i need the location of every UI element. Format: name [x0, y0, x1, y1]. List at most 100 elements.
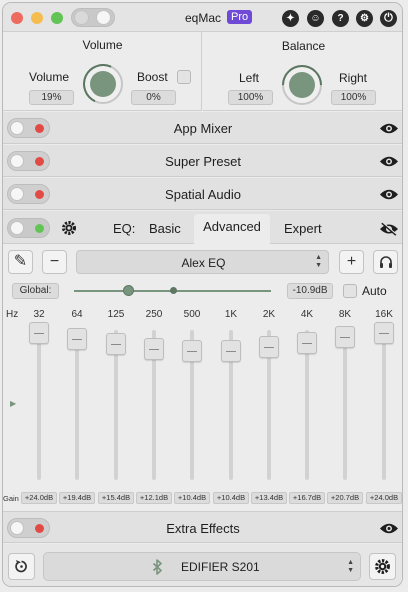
- band-slider-thumb[interactable]: [106, 333, 126, 355]
- title-bar: eqMac Pro ✦ ☺ ? ⚙ ⏻: [3, 3, 402, 32]
- super-preset-section[interactable]: Super Preset: [3, 145, 402, 177]
- balance-title: Balance: [281, 39, 326, 53]
- global-slider-thumb[interactable]: [123, 285, 134, 296]
- band-slider-track[interactable]: [75, 330, 79, 480]
- tab-basic[interactable]: Basic: [149, 221, 181, 236]
- volume-label: Volume: [29, 70, 70, 84]
- account-icon[interactable]: ☺: [307, 10, 324, 27]
- eqmac-window: eqMac Pro ✦ ☺ ? ⚙ ⏻ Volume Volume 19% Bo…: [2, 2, 403, 587]
- balance-panel: Balance Left 100% Right 100%: [203, 32, 402, 114]
- band-gain-value[interactable]: +12.1dB: [136, 492, 172, 504]
- power-toggle-knob: [96, 10, 111, 25]
- eye-icon[interactable]: [379, 522, 399, 535]
- band-gain-value[interactable]: +10.4dB: [213, 492, 249, 504]
- auto-checkbox[interactable]: [343, 284, 357, 298]
- boost-checkbox[interactable]: [177, 70, 191, 84]
- settings-icon[interactable]: ⚙: [356, 10, 373, 27]
- app-mixer-toggle[interactable]: [7, 118, 50, 138]
- band-frequency-label: 2K: [262, 309, 276, 320]
- volume-knob[interactable]: [77, 58, 129, 110]
- zoom-button[interactable]: [51, 12, 63, 24]
- balance-right-value[interactable]: 100%: [331, 90, 376, 105]
- output-device-select[interactable]: EDIFIER S201 ▲ ▼: [43, 552, 361, 581]
- chevron-updown-icon: ▲ ▼: [347, 559, 354, 574]
- output-device-name: EDIFIER S201: [181, 560, 260, 574]
- eye-slash-icon[interactable]: [379, 222, 399, 236]
- eq-toggle[interactable]: [7, 218, 50, 238]
- global-label: Global:: [12, 283, 59, 299]
- band-gain-value[interactable]: +20.7dB: [327, 492, 363, 504]
- remove-preset-button[interactable]: −: [42, 250, 67, 274]
- tab-advanced[interactable]: Advanced: [194, 214, 270, 244]
- eq-toggle-knob: [10, 221, 24, 235]
- band-slider-thumb[interactable]: [29, 322, 49, 344]
- band-slider-thumb[interactable]: [221, 340, 241, 362]
- spatial-audio-toggle[interactable]: [7, 184, 50, 204]
- band-frequency-label: 16K: [375, 309, 393, 320]
- band-slider-track[interactable]: [343, 330, 347, 480]
- band-gain-value[interactable]: +16.7dB: [289, 492, 325, 504]
- band-gain-value[interactable]: +10.4dB: [174, 492, 210, 504]
- bluetooth-icon: [152, 559, 162, 575]
- band-slider-thumb[interactable]: [182, 340, 202, 362]
- band-slider-track[interactable]: [37, 330, 41, 480]
- edit-preset-button[interactable]: ✎: [8, 250, 33, 274]
- preset-select[interactable]: Alex EQ ▲ ▼: [76, 250, 329, 274]
- boost-label: Boost: [137, 70, 168, 84]
- feedback-icon[interactable]: ✦: [282, 10, 299, 27]
- volume-panel: Volume Volume 19% Boost 0%: [3, 32, 202, 111]
- band-gain-value[interactable]: +13.4dB: [251, 492, 287, 504]
- playhead-marker-icon: ▶: [10, 399, 17, 408]
- super-preset-toggle[interactable]: [7, 151, 50, 171]
- balance-knob-inner: [289, 72, 315, 98]
- band-frequency-label: 64: [71, 309, 83, 320]
- eye-icon[interactable]: [379, 188, 399, 201]
- tab-expert[interactable]: Expert: [284, 221, 322, 236]
- eye-icon[interactable]: [379, 122, 399, 135]
- balance-left-value[interactable]: 100%: [228, 90, 273, 105]
- global-value[interactable]: -10.9dB: [287, 283, 333, 299]
- output-settings-button[interactable]: [369, 553, 396, 580]
- band-frequency-label: 500: [183, 309, 201, 320]
- preset-name: Alex EQ: [181, 256, 226, 270]
- close-button[interactable]: [11, 12, 23, 24]
- headphones-button[interactable]: [373, 250, 398, 274]
- app-mixer-section[interactable]: App Mixer: [3, 112, 402, 144]
- boost-value[interactable]: 0%: [131, 90, 176, 105]
- band-slider-thumb[interactable]: [374, 322, 394, 344]
- refresh-icon: [15, 560, 27, 573]
- band-slider-thumb[interactable]: [297, 332, 317, 354]
- band-slider-thumb[interactable]: [335, 326, 355, 348]
- power-toggle[interactable]: [71, 8, 115, 27]
- spatial-audio-toggle-dot: [35, 190, 44, 199]
- band-slider-thumb[interactable]: [259, 336, 279, 358]
- reset-button[interactable]: [8, 553, 35, 580]
- add-preset-button[interactable]: +: [339, 250, 364, 274]
- gain-label: Gain: [3, 494, 19, 503]
- minimize-button[interactable]: [31, 12, 43, 24]
- band-slider-track[interactable]: [382, 330, 386, 480]
- pencil-icon: ✎: [13, 253, 28, 270]
- band-gain-value[interactable]: +15.4dB: [98, 492, 134, 504]
- band-gain-value[interactable]: +24.0dB: [366, 492, 402, 504]
- quit-icon[interactable]: ⏻: [380, 10, 397, 27]
- pro-badge: Pro: [227, 10, 253, 24]
- eq-settings-icon[interactable]: [61, 220, 77, 236]
- spatial-audio-section[interactable]: Spatial Audio: [3, 178, 402, 210]
- band-slider-thumb[interactable]: [144, 338, 164, 360]
- balance-knob[interactable]: [273, 56, 331, 114]
- eq-label: EQ:: [113, 221, 136, 236]
- balance-right-label: Right: [339, 71, 368, 85]
- band-slider-thumb[interactable]: [67, 328, 87, 350]
- app-mixer-label: App Mixer: [173, 121, 233, 136]
- volume-value[interactable]: 19%: [29, 90, 74, 105]
- extra-effects-toggle-knob: [10, 521, 24, 535]
- eye-icon[interactable]: [379, 155, 399, 168]
- band-gain-value[interactable]: +19.4dB: [59, 492, 95, 504]
- help-icon[interactable]: ?: [332, 10, 349, 27]
- super-preset-toggle-knob: [10, 154, 24, 168]
- extra-effects-toggle[interactable]: [7, 518, 50, 538]
- band-gain-value[interactable]: +24.0dB: [21, 492, 57, 504]
- extra-effects-section[interactable]: Extra Effects: [3, 511, 402, 543]
- output-footer: EDIFIER S201 ▲ ▼: [3, 544, 402, 586]
